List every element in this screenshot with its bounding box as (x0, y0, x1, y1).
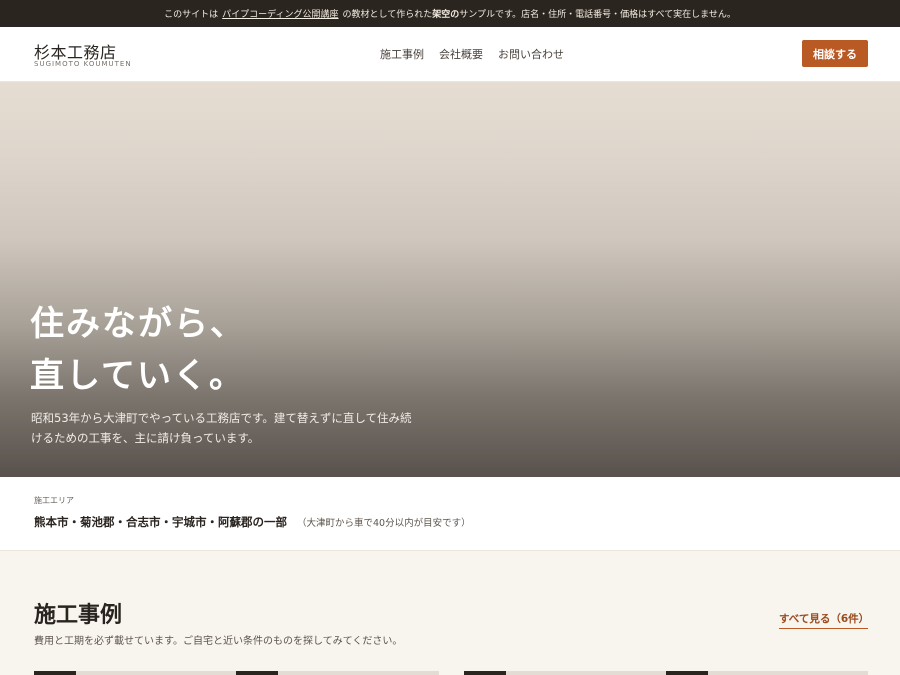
notice-prefix: このサイトは (164, 10, 219, 20)
service-area-cities: 熊本市・菊池郡・合志市・宇城市・阿蘇郡の一部 (34, 515, 287, 529)
service-area-label: 施工エリア (34, 496, 74, 505)
works-heading: 施工事例 (34, 603, 123, 628)
hero-title: 住みながら、 直していく。 (30, 298, 246, 402)
work-card-1-image[interactable] (34, 671, 439, 675)
view-all-works-link[interactable]: すべて見る（6件） (779, 611, 869, 629)
works-description: 費用と工期を必ず載せています。ご自宅と近い条件のものを探してみてください。 (34, 636, 403, 647)
work-card-2-label (464, 671, 506, 675)
notice-bar: このサイトは パイプコーディング公開講座 の教材として作られた 架空の サンプル… (0, 0, 900, 27)
hero-description: 昭和53年から大津町でやっている工務店です。建て替えずに直して住み続けるための工… (31, 411, 412, 445)
work-card-2-tag (666, 671, 708, 675)
hero-title-line1: 住みながら、 (30, 304, 246, 344)
hero-title-line2: 直していく。 (30, 356, 245, 396)
consult-button[interactable]: 相談する (802, 40, 868, 67)
work-card-1-tag (236, 671, 278, 675)
nav-item-contact[interactable]: お問い合わせ (498, 46, 564, 62)
notice-course-link[interactable]: パイプコーディング公開講座 (222, 7, 338, 20)
service-area-note: （大津町から車で40分以内が目安です） (297, 518, 471, 529)
site-logo-subtitle: SUGIMOTO KOUMUTEN (34, 60, 132, 68)
nav-item-company[interactable]: 会社概要 (439, 46, 483, 62)
notice-middle: の教材として作られた (342, 10, 433, 20)
service-area-list: 熊本市・菊池郡・合志市・宇城市・阿蘇郡の一部 （大津町から車で40分以内が目安です… (34, 514, 471, 530)
site-header: 杉本工務店 SUGIMOTO KOUMUTEN 施工事例 会社概要 お問い合わせ… (0, 27, 900, 82)
nav-item-works[interactable]: 施工事例 (380, 46, 424, 62)
work-card-1-label (34, 671, 76, 675)
main-nav: 施工事例 会社概要 お問い合わせ (380, 46, 564, 62)
notice-strong: 架空の (432, 10, 460, 20)
notice-suffix: サンプルです。店名・住所・電話番号・価格はすべて実在しません。 (459, 10, 736, 20)
work-card-2-image[interactable] (464, 671, 868, 675)
service-area-section: 施工エリア 熊本市・菊池郡・合志市・宇城市・阿蘇郡の一部 （大津町から車で40分以… (0, 477, 900, 551)
hero-section: 住みながら、 直していく。 昭和53年から大津町でやっている工務店です。建て替え… (0, 82, 900, 477)
